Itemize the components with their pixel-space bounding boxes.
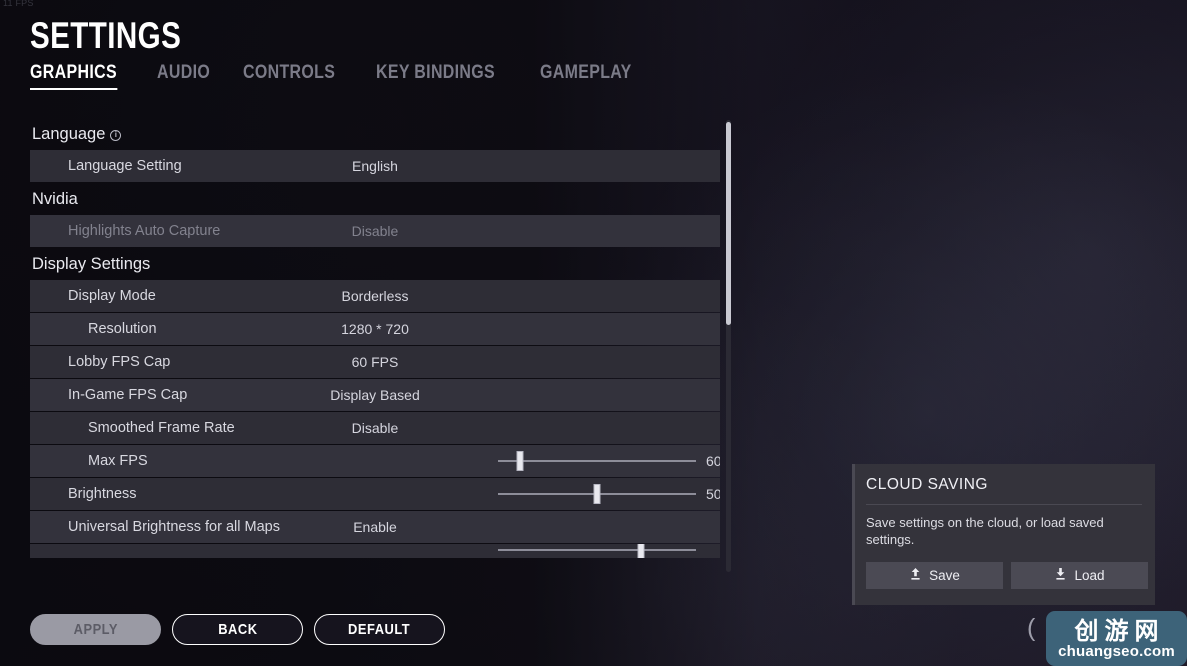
slider-handle[interactable] (516, 451, 524, 471)
settings-screen: 11 FPS SETTINGS GRAPHICS AUDIO CONTROLS KEY… (0, 0, 1187, 666)
setting-row[interactable]: Highlights Auto Capture Disable (30, 215, 720, 247)
cloud-load-button[interactable]: Load (1011, 562, 1148, 589)
setting-slider[interactable] (498, 544, 696, 558)
setting-row[interactable]: Lobby FPS Cap 60 FPS (30, 346, 720, 378)
tab-label: AUDIO (156, 62, 210, 83)
page-title: SETTINGS (30, 15, 182, 56)
settings-group-header: Nvidia (30, 183, 720, 215)
default-button[interactable]: DEFAULT (314, 614, 445, 645)
tab-gameplay[interactable]: GAMEPLAY (540, 62, 632, 89)
button-label: APPLY (73, 621, 118, 638)
setting-row[interactable]: Max FPS 60 (30, 445, 720, 477)
cloud-saving-panel: CLOUD SAVING Save settings on the cloud,… (852, 464, 1155, 605)
setting-row[interactable]: Resolution 1280 * 720 (30, 313, 720, 345)
setting-label: Brightness (68, 486, 137, 502)
setting-row[interactable]: Display Mode Borderless (30, 280, 720, 312)
tab-label: GAMEPLAY (540, 62, 632, 83)
setting-label: Language Setting (68, 158, 182, 174)
setting-label: In-Game FPS Cap (68, 387, 188, 403)
button-hint-glyph: ( (1027, 614, 1036, 642)
cloud-save-button[interactable]: Save (866, 562, 1003, 589)
setting-label: Resolution (88, 321, 157, 337)
site-watermark: 创游网 chuangseo.com (1046, 611, 1187, 666)
setting-row[interactable] (30, 544, 720, 558)
cloud-saving-actions: Save Load (866, 562, 1148, 589)
tab-active-underline (30, 88, 117, 90)
setting-label: Universal Brightness for all Maps (68, 519, 280, 535)
settings-group-title: Display Settings (32, 255, 151, 273)
tab-key-bindings[interactable]: KEY BINDINGS (376, 62, 495, 89)
tab-controls[interactable]: CONTROLS (243, 62, 335, 89)
settings-scrollbar-thumb[interactable] (726, 122, 731, 325)
setting-label: Smoothed Frame Rate (88, 420, 235, 436)
cloud-load-label: Load (1074, 568, 1105, 583)
slider-track[interactable] (498, 544, 696, 558)
slider-value: 60 (706, 453, 720, 469)
setting-label: Highlights Auto Capture (68, 223, 221, 239)
watermark-chinese-text: 创游网 (1074, 616, 1165, 645)
slider-value: 50 (706, 486, 720, 502)
cloud-saving-title: CLOUD SAVING (866, 476, 1142, 505)
tab-label: GRAPHICS (30, 62, 117, 83)
tab-label: CONTROLS (242, 62, 335, 83)
watermark-url-text: chuangseo.com (1058, 642, 1175, 660)
setting-row[interactable]: Language Setting English (30, 150, 720, 182)
setting-row[interactable]: Brightness 50 (30, 478, 720, 510)
setting-row[interactable]: Universal Brightness for all Maps Enable (30, 511, 720, 543)
settings-list: Language i Language Setting English Nvidia Hi… (30, 118, 720, 578)
button-label: DEFAULT (348, 621, 411, 638)
slider-track[interactable] (498, 451, 696, 471)
info-icon[interactable]: i (110, 129, 122, 141)
settings-group-header: Language i (30, 118, 720, 150)
setting-label: Display Mode (68, 288, 156, 304)
cloud-saving-description: Save settings on the cloud, or load save… (866, 515, 1104, 547)
apply-button[interactable]: APPLY (30, 614, 161, 645)
setting-row[interactable]: Smoothed Frame Rate Disable (30, 412, 720, 444)
setting-slider[interactable] (498, 478, 696, 510)
setting-label: Lobby FPS Cap (68, 354, 171, 370)
cloud-save-label: Save (929, 568, 960, 583)
tab-audio[interactable]: AUDIO (157, 62, 210, 89)
settings-tabs: GRAPHICS AUDIO CONTROLS KEY BINDINGS GAMEPLA… (30, 62, 649, 95)
tab-graphics[interactable]: GRAPHICS (30, 62, 117, 95)
settings-group-title: Nvidia (32, 190, 78, 208)
slider-handle[interactable] (637, 544, 645, 558)
slider-track[interactable] (498, 484, 696, 504)
button-label: BACK (217, 621, 258, 638)
setting-row[interactable]: In-Game FPS Cap Display Based (30, 379, 720, 411)
upload-icon (909, 567, 922, 584)
setting-slider[interactable] (498, 445, 696, 477)
footer-buttons: APPLY BACK DEFAULT (30, 614, 445, 645)
settings-group-header: Display Settings (30, 248, 720, 280)
download-icon (1054, 567, 1067, 584)
fps-counter-artifact: 11 FPS (3, 0, 34, 8)
back-button[interactable]: BACK (172, 614, 303, 645)
tab-label: KEY BINDINGS (375, 62, 495, 83)
settings-scrollbar-track[interactable] (726, 120, 731, 572)
slider-handle[interactable] (593, 484, 601, 504)
settings-group-title: Language (32, 125, 106, 143)
setting-label: Max FPS (88, 453, 148, 469)
